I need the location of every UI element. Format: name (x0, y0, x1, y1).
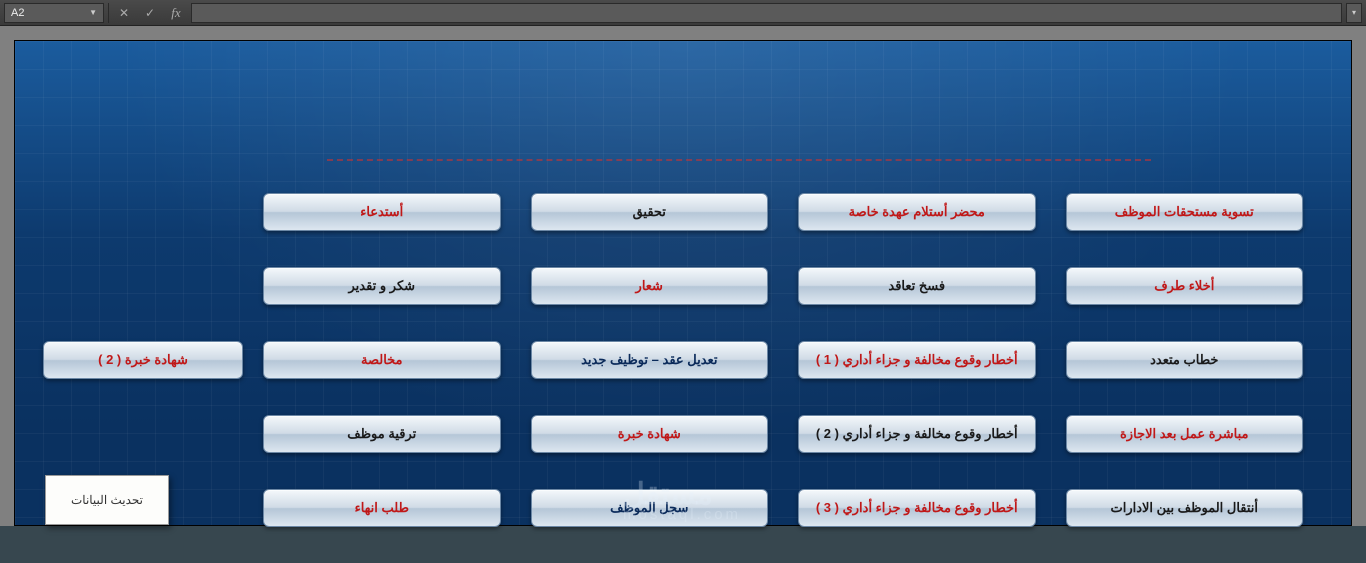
action-button-label: فسخ تعاقد (888, 278, 945, 294)
action-button-label: تسوية مستحقات الموظف (1115, 204, 1254, 220)
action-button[interactable]: أخطار وقوع مخالفة و جزاء أداري ( 2 ) (798, 415, 1036, 453)
accept-formula-icon[interactable]: ✓ (139, 3, 161, 23)
formula-bar: A2 ▼ ✕ ✓ fx ▾ (0, 0, 1366, 26)
name-box-dropdown-icon[interactable]: ▼ (89, 8, 97, 17)
action-button-label: مخالصة (361, 352, 403, 368)
button-row: خطاب متعدد أخطار وقوع مخالفة و جزاء أداري… (263, 341, 1303, 379)
action-button[interactable]: أخلاء طرف (1066, 267, 1304, 305)
action-button[interactable]: محضر أستلام عهدة خاصة (798, 193, 1036, 231)
formula-expand-icon[interactable]: ▾ (1346, 3, 1362, 23)
action-button-label: أخلاء طرف (1154, 278, 1214, 294)
action-button-label: تحقيق (633, 204, 666, 220)
divider (108, 3, 109, 23)
button-cell: أخلاء طرف (1066, 267, 1304, 305)
action-button[interactable]: مباشرة عمل بعد الاجازة (1066, 415, 1304, 453)
cancel-formula-icon[interactable]: ✕ (113, 3, 135, 23)
watermark: مستقل mostaql.com (623, 477, 741, 523)
formula-input[interactable] (191, 3, 1342, 23)
action-button[interactable]: مخالصة (263, 341, 501, 379)
action-button-label: أستدعاء (360, 204, 403, 220)
button-cell: شكر و تقدير (263, 267, 501, 305)
button-row: مباشرة عمل بعد الاجازة أخطار وقوع مخالفة … (263, 415, 1303, 453)
action-button-label: شعار (636, 278, 663, 294)
button-cell: شهادة خبرة (531, 415, 769, 453)
button-cell: ترقية موظف (263, 415, 501, 453)
update-data-label: تحديث البيانات (71, 493, 143, 507)
action-button-label: شهادة خبرة (618, 426, 681, 442)
action-button[interactable]: شعار (531, 267, 769, 305)
action-button-label: تعديل عقد – توظيف جديد (581, 352, 717, 368)
action-button-label: خطاب متعدد (1150, 352, 1218, 368)
button-row: أنتقال الموظف بين الادارات أخطار وقوع مخا… (263, 489, 1303, 527)
sheet-area: تسوية مستحقات الموظف محضر أستلام عهدة خاص… (0, 26, 1366, 526)
action-button-label: شكر و تقدير (348, 278, 415, 294)
action-button[interactable]: تعديل عقد – توظيف جديد (531, 341, 769, 379)
action-button-label: مباشرة عمل بعد الاجازة (1120, 426, 1249, 442)
button-cell: أنتقال الموظف بين الادارات (1066, 489, 1304, 527)
action-button[interactable]: طلب انهاء (263, 489, 501, 527)
button-cell: خطاب متعدد (1066, 341, 1304, 379)
action-button-label: أنتقال الموظف بين الادارات (1110, 500, 1258, 516)
action-button-label: أخطار وقوع مخالفة و جزاء أداري ( 2 ) (816, 426, 1018, 442)
button-cell: فسخ تعاقد (798, 267, 1036, 305)
fx-icon[interactable]: fx (165, 3, 187, 23)
action-button-label: أخطار وقوع مخالفة و جزاء أداري ( 3 ) (816, 500, 1018, 516)
button-cell: أخطار وقوع مخالفة و جزاء أداري ( 2 ) (798, 415, 1036, 453)
button-cell: محضر أستلام عهدة خاصة (798, 193, 1036, 231)
section-separator (327, 159, 1151, 161)
action-button[interactable]: خطاب متعدد (1066, 341, 1304, 379)
action-button[interactable]: أخطار وقوع مخالفة و جزاء أداري ( 1 ) (798, 341, 1036, 379)
button-cell: شعار (531, 267, 769, 305)
canvas-background: تسوية مستحقات الموظف محضر أستلام عهدة خاص… (14, 40, 1352, 526)
button-cell: مخالصة (263, 341, 501, 379)
action-button-label: طلب انهاء (355, 500, 409, 516)
button-grid: تسوية مستحقات الموظف محضر أستلام عهدة خاص… (263, 193, 1303, 563)
action-button-label: شهادة خبرة ( 2 ) (98, 352, 188, 368)
button-cell: مباشرة عمل بعد الاجازة (1066, 415, 1304, 453)
cell-reference: A2 (11, 7, 24, 19)
action-button[interactable]: أستدعاء (263, 193, 501, 231)
extra-column: شهادة خبرة ( 2 ) (43, 341, 243, 379)
action-button-label: ترقية موظف (347, 426, 416, 442)
button-cell: تسوية مستحقات الموظف (1066, 193, 1304, 231)
button-cell: تعديل عقد – توظيف جديد (531, 341, 769, 379)
action-button-label: أخطار وقوع مخالفة و جزاء أداري ( 1 ) (816, 352, 1018, 368)
action-button[interactable]: شهادة خبرة (531, 415, 769, 453)
action-button[interactable]: ترقية موظف (263, 415, 501, 453)
action-button-label: محضر أستلام عهدة خاصة (849, 204, 985, 220)
button-row: تسوية مستحقات الموظف محضر أستلام عهدة خاص… (263, 193, 1303, 231)
action-button[interactable]: شكر و تقدير (263, 267, 501, 305)
name-box[interactable]: A2 ▼ (4, 3, 104, 23)
button-cell: أخطار وقوع مخالفة و جزاء أداري ( 1 ) (798, 341, 1036, 379)
button-cell: تحقيق (531, 193, 769, 231)
update-data-button[interactable]: تحديث البيانات (45, 475, 169, 525)
action-button[interactable]: أخطار وقوع مخالفة و جزاء أداري ( 3 ) (798, 489, 1036, 527)
action-button[interactable]: شهادة خبرة ( 2 ) (43, 341, 243, 379)
button-row: أخلاء طرف فسخ تعاقد شعار شكر و تقدير (263, 267, 1303, 305)
action-button[interactable]: تسوية مستحقات الموظف (1066, 193, 1304, 231)
button-cell: أستدعاء (263, 193, 501, 231)
action-button[interactable]: فسخ تعاقد (798, 267, 1036, 305)
action-button[interactable]: تحقيق (531, 193, 769, 231)
button-cell: طلب انهاء (263, 489, 501, 527)
action-button[interactable]: أنتقال الموظف بين الادارات (1066, 489, 1304, 527)
watermark-small: mostaql.com (623, 506, 741, 523)
button-cell: شهادة خبرة ( 2 ) (43, 341, 243, 379)
button-cell: أخطار وقوع مخالفة و جزاء أداري ( 3 ) (798, 489, 1036, 527)
